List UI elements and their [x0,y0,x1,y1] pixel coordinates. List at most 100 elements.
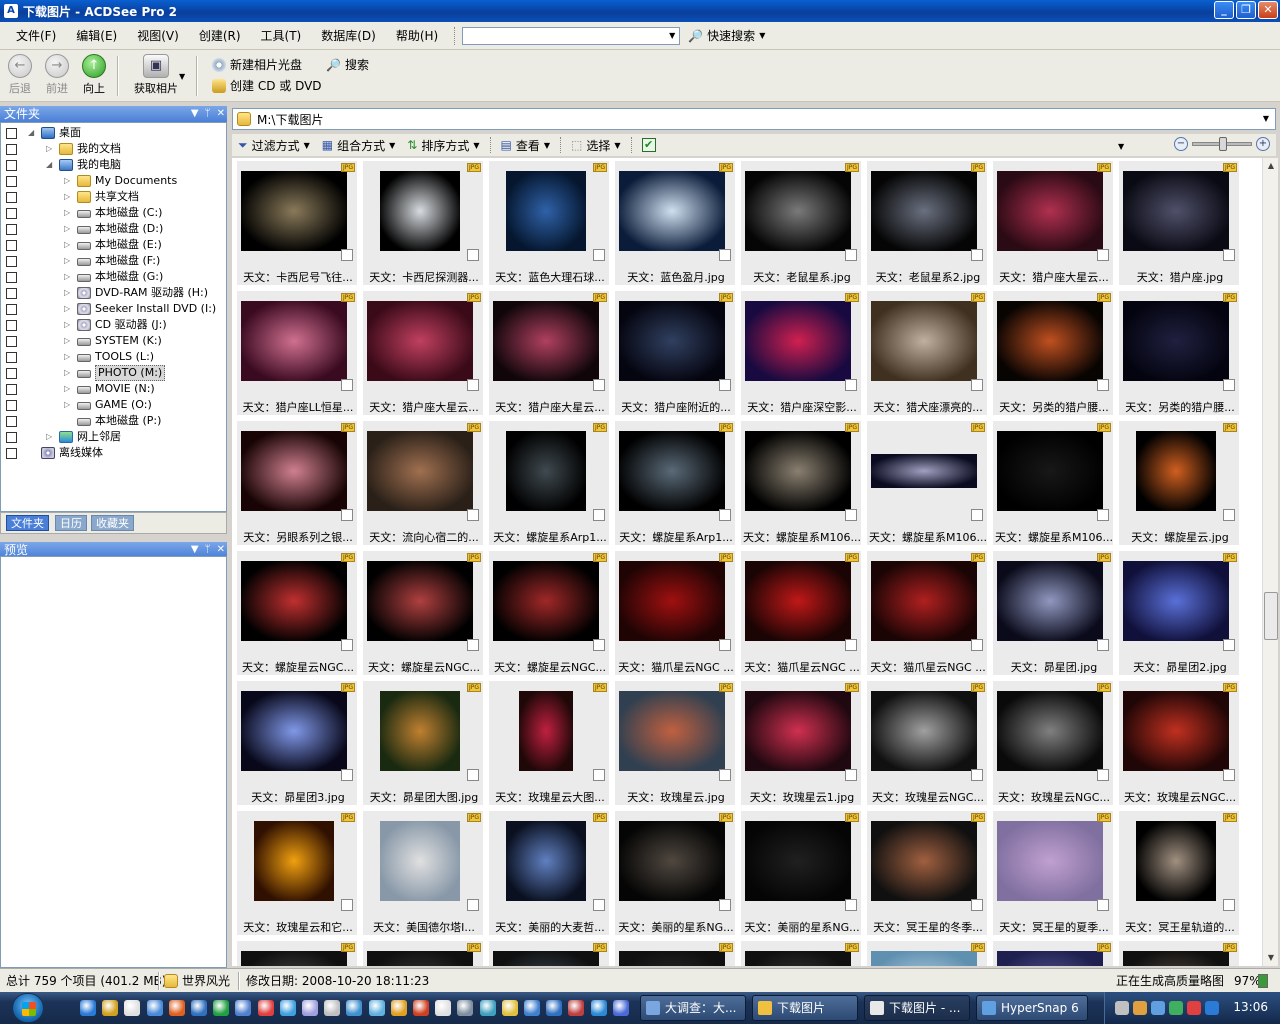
tree-item[interactable]: ◢ 桌面 [1,125,227,141]
tree-checkbox[interactable] [6,256,17,267]
select-checkbox[interactable] [341,899,353,911]
chevron-down-icon[interactable]: ▼ [1118,142,1124,151]
up-button[interactable]: ↑ 向上 [76,54,112,96]
select-checkbox[interactable] [845,769,857,781]
tree-item[interactable]: ▷ 共享文档 [1,189,227,205]
expand-icon[interactable]: ▷ [64,321,72,329]
thumbnail-image[interactable] [241,427,347,515]
select-checkbox[interactable] [971,509,983,521]
thumbnail-image[interactable] [871,167,977,255]
thumbnail-item[interactable]: JPG [1118,940,1240,966]
thumbnail-image[interactable] [619,557,725,645]
thumbnail-item[interactable]: JPG 天文：螺旋星系Arp1... [614,420,736,546]
restore-button[interactable]: ❐ [1236,1,1256,19]
select-checkbox[interactable] [845,249,857,261]
group-button[interactable]: ▦ 组合方式 ▼ [316,135,402,155]
thumbnail-image[interactable] [997,817,1103,905]
menu-help[interactable]: 帮助(H) [386,25,448,47]
quick-launch-icon[interactable] [479,1000,496,1016]
select-checkbox[interactable] [341,379,353,391]
expand-icon[interactable]: ▷ [64,241,72,249]
thumbnail-item[interactable]: JPG 天文：另类的猎户腰... [1118,290,1240,416]
thumbnail-item[interactable]: JPG 天文：螺旋星云NGC... [488,550,610,676]
thumbnail-image[interactable] [1123,947,1229,966]
thumbnail-image[interactable] [745,427,851,515]
thumbnail-item[interactable]: JPG 天文：蓝色盈月.jpg [614,160,736,286]
menu-view[interactable]: 视图(V) [127,25,189,47]
thumbnail-item[interactable]: JPG 天文：玫瑰星云NGC... [1118,680,1240,806]
tree-item[interactable]: ▷ 本地磁盘 (D:) [1,221,227,237]
thumbnail-item[interactable]: JPG 天文：猎户座大星云... [488,290,610,416]
thumbnail-item[interactable]: JPG 天文：螺旋星云NGC... [236,550,358,676]
thumbnail-image[interactable] [745,817,851,905]
select-checkbox[interactable] [1223,639,1235,651]
select-checkbox[interactable] [341,639,353,651]
expand-icon[interactable]: ▷ [46,433,54,441]
thumbnail-image[interactable] [871,947,977,966]
thumbnail-item[interactable]: JPG 天文：猎犬座漂亮的... [866,290,988,416]
tree-checkbox[interactable] [6,352,17,363]
select-checkbox[interactable] [845,639,857,651]
thumbnail-item[interactable]: JPG 天文：猎户座LL恒星... [236,290,358,416]
zoom-in-icon[interactable]: + [1256,137,1270,151]
quick-launch-icon[interactable] [368,1000,385,1016]
expand-icon[interactable]: ▷ [64,289,72,297]
thumbnail-image[interactable] [619,947,725,966]
tree-checkbox[interactable] [6,336,17,347]
tree-item[interactable]: ◢ 我的电脑 [1,157,227,173]
chevron-down-icon[interactable]: ▼ [191,106,199,122]
select-checkbox[interactable] [1097,899,1109,911]
thumbnail-item[interactable]: JPG 天文：猫爪星云NGC ... [614,550,736,676]
select-checkbox[interactable] [1223,899,1235,911]
quick-launch-icon[interactable] [168,1000,185,1016]
quick-launch-icon[interactable] [612,1000,629,1016]
collapse-icon[interactable]: ◢ [46,161,54,169]
thumbnail-item[interactable]: JPG 天文：卡西尼号飞往... [236,160,358,286]
thumbnail-item[interactable]: JPG 天文：昴星团2.jpg [1118,550,1240,676]
thumbnail-image[interactable] [367,427,473,515]
select-checkbox[interactable] [593,509,605,521]
thumbnail-image[interactable] [241,167,347,255]
thumbnail-item[interactable]: JPG 天文：冥王星轨道的... [1118,810,1240,936]
expand-icon[interactable]: ▷ [64,193,72,201]
select-checkbox[interactable] [1223,509,1235,521]
quick-launch-icon[interactable] [302,1000,318,1016]
thumbnail-item[interactable]: JPG 天文：猎户座大星云... [362,290,484,416]
select-checkbox[interactable] [467,899,479,911]
thumbnail-item[interactable]: JPG [236,940,358,966]
quick-launch-icon[interactable] [435,1000,452,1016]
chevron-down-icon[interactable]: ▼ [666,29,678,43]
thumbnail-item[interactable]: JPG 天文：美国德尔塔Ⅰ... [362,810,484,936]
thumbnail-item[interactable]: JPG 天文：另眼系列之银... [236,420,358,546]
thumbnail-image[interactable] [997,557,1103,645]
thumbnail-image[interactable] [367,167,473,255]
thumbnail-item[interactable]: JPG 天文：螺旋星系Arp1... [488,420,610,546]
thumbnail-item[interactable]: JPG 天文：螺旋星系M106... [866,420,988,546]
quick-launch-icon[interactable] [501,1000,518,1016]
thumbnail-image[interactable] [1123,427,1229,515]
quick-search-button[interactable]: 🔎 快速搜索 ▼ [688,27,765,44]
thumbnail-image[interactable] [871,297,977,385]
thumbnail-item[interactable]: JPG 天文：昴星团3.jpg [236,680,358,806]
zoom-slider[interactable] [1192,137,1252,151]
thumbnail-item[interactable]: JPG 天文：猫爪星云NGC ... [740,550,862,676]
filter-button[interactable]: ⏷ 过滤方式 ▼ [232,135,316,155]
quick-launch-icon[interactable] [124,1000,141,1016]
thumbnail-image[interactable] [997,427,1103,515]
thumbnail-item[interactable]: JPG 天文：另类的猎户腰... [992,290,1114,416]
select-checkbox[interactable] [341,769,353,781]
thumbnail-item[interactable]: JPG 天文：螺旋星系M106... [740,420,862,546]
thumbnail-image[interactable] [241,687,347,775]
thumbnail-image[interactable] [997,297,1103,385]
thumbnail-item[interactable]: JPG 天文：流向心宿二的... [362,420,484,546]
tree-item[interactable]: ▷ 我的文档 [1,141,227,157]
thumbnail-image[interactable] [493,947,599,966]
thumbnail-item[interactable]: JPG 天文：玫瑰星云和它... [236,810,358,936]
select-checkbox[interactable] [971,639,983,651]
thumbnail-image[interactable] [493,297,599,385]
thumbnail-item[interactable]: JPG [740,940,862,966]
select-checkbox[interactable] [845,379,857,391]
select-checkbox[interactable] [1097,379,1109,391]
thumbnail-item[interactable]: JPG 天文：老鼠星系.jpg [740,160,862,286]
select-checkbox[interactable] [845,899,857,911]
